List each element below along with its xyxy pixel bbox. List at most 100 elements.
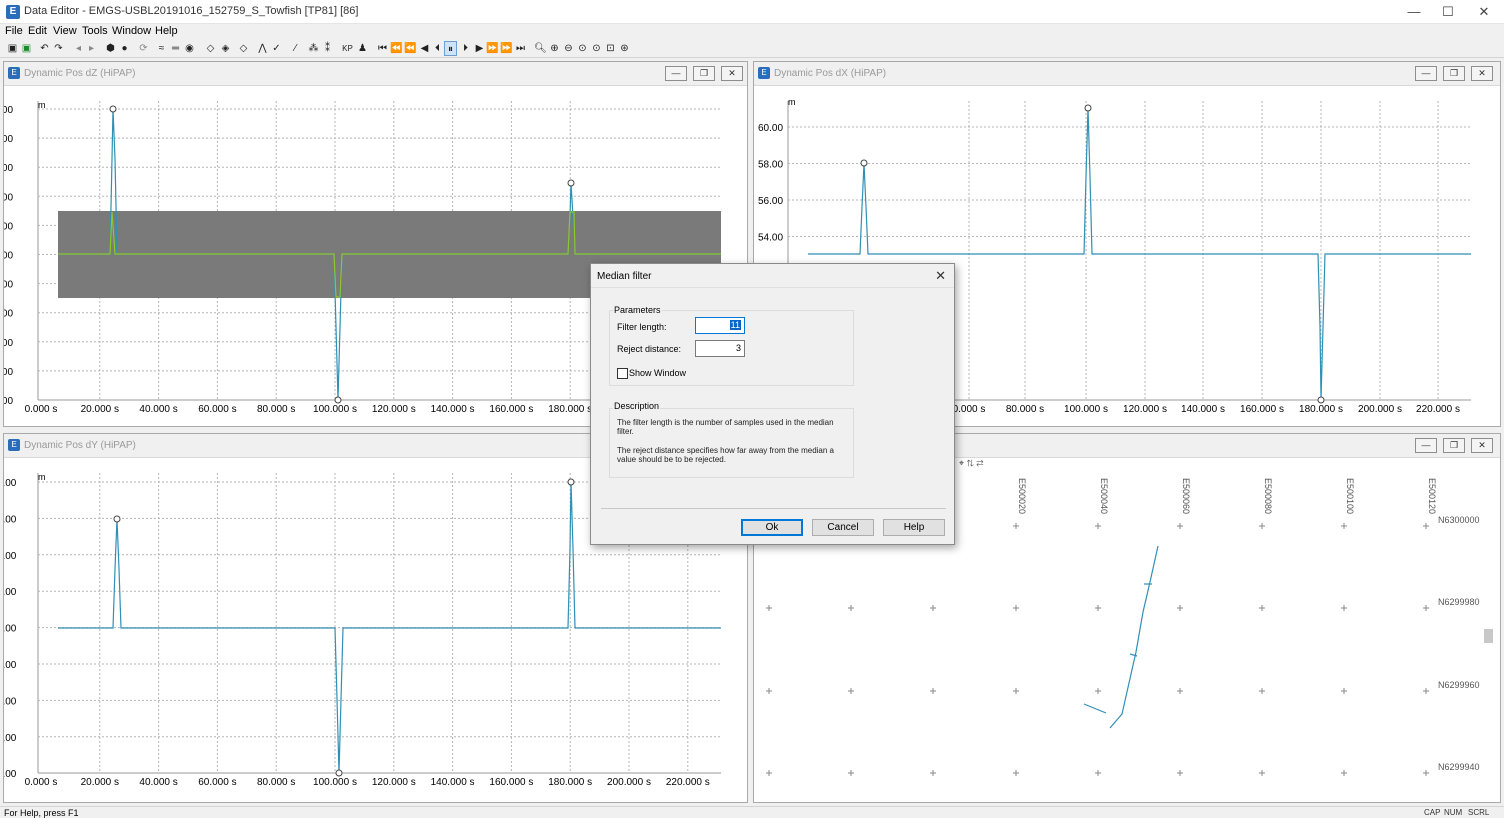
print-icon[interactable]: ⬢ (104, 41, 117, 56)
flagged-point[interactable] (109, 105, 117, 113)
x-tick-label: 140.000 s (431, 777, 475, 788)
x-tick-label: 40.000 s (139, 777, 177, 788)
scroll-indicator: SCRL (1468, 808, 1490, 817)
menu-file[interactable]: File (5, 25, 23, 37)
select-all-icon[interactable]: ◈ (219, 41, 232, 56)
knife-icon[interactable]: ⁄ (289, 41, 302, 56)
easting-label: E500080 (1263, 478, 1273, 514)
panel-minimize-button[interactable]: — (1415, 66, 1437, 81)
menu-edit[interactable]: Edit (28, 25, 47, 37)
y-tick-label: -50.00 (4, 624, 17, 635)
minimize-button[interactable]: — (1396, 0, 1432, 24)
panel-dz-title: Dynamic Pos dZ (HiPAP) (24, 68, 136, 79)
split-icon[interactable]: ⁂ (307, 41, 320, 56)
deselect-icon[interactable]: ◇ (237, 41, 250, 56)
merge-icon[interactable]: ⁑ (321, 41, 334, 56)
zoom-icon[interactable]: 🔍︎ (534, 41, 547, 56)
cancel-button[interactable]: Cancel (812, 519, 874, 536)
panel-close-button[interactable]: ✕ (1471, 66, 1493, 81)
flagged-point[interactable] (1084, 104, 1092, 112)
panel-restore-button[interactable]: ❐ (693, 66, 715, 81)
zoom-out-icon[interactable]: ⊖ (562, 41, 575, 56)
show-window-checkbox[interactable] (617, 368, 628, 379)
flagged-point[interactable] (334, 396, 342, 404)
open-icon[interactable]: ▣ (6, 41, 19, 56)
help-button[interactable]: Help (883, 519, 945, 536)
edit-points-icon[interactable]: ⋀ (256, 41, 269, 56)
x-tick-label: 220.000 s (666, 777, 710, 788)
filter-wave-icon[interactable]: ≈ (155, 41, 168, 56)
flagged-point[interactable] (567, 179, 575, 187)
flagged-point[interactable] (860, 159, 868, 167)
y-tick-label: 48.00 (4, 280, 13, 291)
last-icon[interactable]: ⏭ (514, 41, 527, 56)
close-icon[interactable]: ✕ (935, 268, 946, 284)
zoom-in-icon[interactable]: ⊕ (548, 41, 561, 56)
first-icon[interactable]: ⏮ (376, 41, 389, 56)
panel-restore-button[interactable]: ❐ (1443, 438, 1465, 453)
save-icon[interactable]: ▣ (20, 41, 33, 56)
panel-close-button[interactable]: ✕ (721, 66, 743, 81)
flagged-point[interactable] (335, 769, 343, 777)
person-icon[interactable]: ♟ (356, 41, 369, 56)
x-tick-label: 160.000 s (489, 777, 533, 788)
pause-icon[interactable]: ⏸ (444, 41, 457, 56)
x-tick-label: 20.000 s (81, 777, 119, 788)
zoom-y-icon[interactable]: ⊙ (590, 41, 603, 56)
accept-icon[interactable]: ✓ (270, 41, 283, 56)
panel-close-button[interactable]: ✕ (1471, 438, 1493, 453)
redo-icon[interactable]: ↷ (52, 41, 65, 56)
zoom-fit-icon[interactable]: ⊡ (604, 41, 617, 56)
fast-forward-icon[interactable]: ⏩ (500, 41, 513, 56)
zoom-x-icon[interactable]: ⊙ (576, 41, 589, 56)
rewind-icon[interactable]: ⏪ (404, 41, 417, 56)
maximize-button[interactable]: ☐ (1430, 0, 1466, 24)
y-tick-label: 54.00 (758, 233, 783, 244)
x-tick-label: 0.000 s (25, 404, 58, 415)
forward-fast-icon[interactable]: ⏩ (486, 41, 499, 56)
globe-icon[interactable]: ◉ (183, 41, 196, 56)
map-scrollbar-thumb[interactable] (1484, 629, 1493, 643)
x-tick-label: 80.000 s (1006, 404, 1044, 415)
close-window-button[interactable]: ✕ (1466, 0, 1502, 24)
kp-icon[interactable]: KP (340, 41, 355, 56)
panel-restore-button[interactable]: ❐ (1443, 66, 1465, 81)
flagged-point[interactable] (113, 515, 121, 523)
line-icon[interactable]: ═ (169, 41, 182, 56)
easting-label: E500020 (1017, 478, 1027, 514)
x-tick-label: 160.000 s (489, 404, 533, 415)
caps-indicator: CAP (1424, 808, 1441, 817)
reject-distance-field[interactable]: 3 (695, 340, 745, 357)
undo-icon[interactable]: ↶ (38, 41, 51, 56)
panel-dy-title: Dynamic Pos dY (HiPAP) (24, 440, 136, 451)
ok-button[interactable]: Ok (741, 519, 803, 536)
northing-label: N6299980 (1438, 597, 1480, 607)
back-icon[interactable]: ◂ (72, 41, 85, 56)
refresh-icon[interactable]: ⟳ (137, 41, 150, 56)
menu-window[interactable]: Window (112, 25, 151, 37)
forward-icon[interactable]: ▸ (85, 41, 98, 56)
step-back-icon[interactable]: ◀ (418, 41, 431, 56)
menu-view[interactable]: View (53, 25, 77, 37)
y-unit-label: m (38, 472, 46, 482)
median-filter-dialog: Median filter ✕ Parameters Filter length… (590, 263, 955, 545)
next-icon[interactable]: ⏵ (459, 41, 472, 56)
select-icon[interactable]: ◇ (204, 41, 217, 56)
step-forward-icon[interactable]: ▶ (473, 41, 486, 56)
menu-tools[interactable]: Tools (82, 25, 108, 37)
zoom-reset-icon[interactable]: ⊛ (618, 41, 631, 56)
y-tick-label: -46.00 (4, 551, 17, 562)
info-icon[interactable]: ● (118, 41, 131, 56)
panel-minimize-button[interactable]: — (1415, 438, 1437, 453)
filter-length-field[interactable]: 11 (695, 317, 745, 334)
panel-minimize-button[interactable]: — (665, 66, 687, 81)
prev-icon[interactable]: ⏴ (431, 41, 444, 56)
flagged-point[interactable] (567, 478, 575, 486)
y-tick-label: -42.00 (4, 478, 17, 489)
y-tick-label: 60.00 (4, 105, 13, 116)
map-tool-icons[interactable]: ⌖ ⇅ ⇄ (959, 458, 1009, 472)
y-tick-label: 44.00 (4, 338, 13, 349)
menu-help[interactable]: Help (155, 25, 178, 37)
rewind-fast-icon[interactable]: ⏪ (390, 41, 403, 56)
flagged-point[interactable] (1317, 396, 1325, 404)
